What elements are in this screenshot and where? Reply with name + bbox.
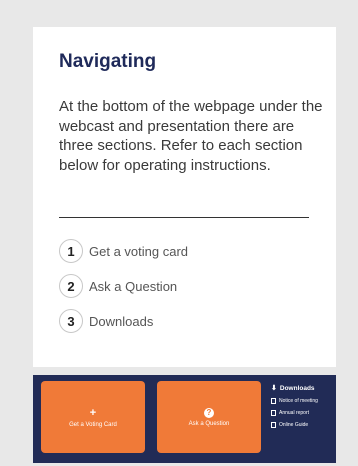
download-link-label: Annual report [279,410,310,416]
step-number: 2 [59,274,83,298]
downloads-heading: Downloads [279,385,315,392]
list-item-label: Ask a Question [89,278,178,294]
list-item-label: Get a voting card [89,243,188,259]
page-title: Navigating [59,51,157,72]
list-item-label: Downloads [89,313,154,329]
ask-question-button[interactable]: ? Ask a Question [157,381,261,453]
download-icon: ⬇ [271,385,277,392]
downloads-heading-row: ⬇ Downloads [271,385,318,392]
document-icon [271,422,276,428]
list-item: 3 Downloads [59,309,153,333]
document-icon [271,398,276,404]
download-link-label: Notice of meeting [279,398,318,404]
downloads-panel: ⬇ Downloads Notice of meeting Annual rep… [271,385,318,428]
list-item: 2 Ask a Question [59,274,177,298]
plus-icon: + [89,406,97,419]
question-icon: ? [204,407,214,418]
footer-bar: + Get a Voting Card ? Ask a Question ⬇ D… [33,375,336,463]
button-label: Ask a Question [188,420,230,427]
get-voting-card-button[interactable]: + Get a Voting Card [41,381,145,453]
download-link-label: Online Guide [279,422,309,428]
download-link-notice[interactable]: Notice of meeting [271,398,318,404]
divider [59,217,309,218]
step-number: 1 [59,239,83,263]
button-label: Get a Voting Card [69,421,117,428]
download-link-annual-report[interactable]: Annual report [271,410,318,416]
list-item: 1 Get a voting card [59,239,188,263]
download-link-online-guide[interactable]: Online Guide [271,422,318,428]
intro-text: At the bottom of the webpage under the w… [59,98,323,174]
document-icon [271,410,276,416]
step-number: 3 [59,309,83,333]
instruction-card: Navigating At the bottom of the webpage … [33,27,336,367]
